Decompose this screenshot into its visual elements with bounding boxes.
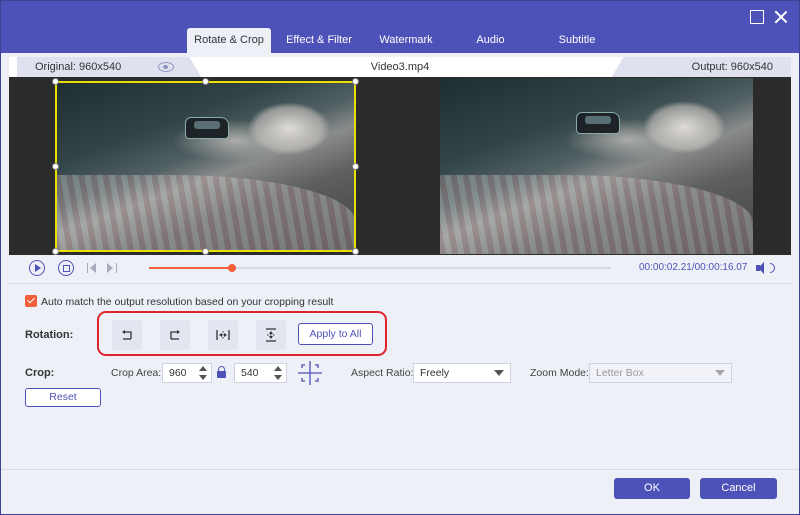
play-icon[interactable] <box>29 260 45 276</box>
tab-effect-filter[interactable]: Effect & Filter <box>271 28 367 53</box>
tab-subtitle[interactable]: Subtitle <box>536 28 618 53</box>
volume-icon[interactable] <box>756 262 770 274</box>
output-video-frame <box>440 78 753 254</box>
next-frame-icon[interactable] <box>107 263 117 273</box>
crop-label: Crop: <box>25 367 55 379</box>
flip-horizontal-icon <box>216 330 230 340</box>
flip-vertical-icon <box>266 328 276 342</box>
crop-handle[interactable] <box>52 78 59 85</box>
divider <box>9 283 791 284</box>
crop-handle[interactable] <box>352 78 359 85</box>
crop-width-stepper[interactable] <box>198 363 208 383</box>
output-resolution: Output: 960x540 <box>611 57 791 77</box>
reset-button[interactable]: Reset <box>25 388 101 407</box>
flip-vertical-button[interactable] <box>256 320 286 350</box>
zoom-mode-value: Letter Box <box>596 367 644 379</box>
rotate-left-icon <box>122 330 132 340</box>
crop-height-stepper[interactable] <box>273 363 283 383</box>
preview-info-bar: Video3.mp4 Original: 960x540 Output: 960… <box>9 57 791 77</box>
video-preview <box>9 77 791 255</box>
rotate-right-icon <box>170 330 180 340</box>
crop-area-label: Crop Area: <box>111 367 162 379</box>
maximize-icon[interactable] <box>750 10 764 24</box>
aspect-ratio-select[interactable]: Freely <box>413 363 511 383</box>
center-crop-icon[interactable] <box>297 360 323 386</box>
apply-to-all-button[interactable]: Apply to All <box>298 323 373 345</box>
auto-match-label: Auto match the output resolution based o… <box>41 296 334 308</box>
aspect-ratio-label: Aspect Ratio: <box>351 367 414 379</box>
rotate-left-button[interactable] <box>112 320 142 350</box>
crop-frame[interactable] <box>55 81 356 252</box>
player-controls: 00:00:02.21/00:00:16.07 <box>9 255 791 281</box>
zoom-mode-label: Zoom Mode: <box>530 367 589 379</box>
crop-handle[interactable] <box>202 248 209 255</box>
chevron-down-icon <box>494 370 504 376</box>
crop-handle[interactable] <box>352 163 359 170</box>
tab-audio[interactable]: Audio <box>445 28 536 53</box>
auto-match-checkbox[interactable] <box>25 295 37 307</box>
tab-rotate-crop[interactable]: Rotate & Crop <box>187 28 271 53</box>
volume-wave <box>770 263 775 273</box>
flip-horizontal-button[interactable] <box>208 320 238 350</box>
original-preview-pane <box>9 77 399 255</box>
aspect-ratio-value: Freely <box>420 367 450 379</box>
crop-handle[interactable] <box>202 78 209 85</box>
cancel-button[interactable]: Cancel <box>700 478 777 499</box>
previous-frame-icon[interactable] <box>87 263 97 273</box>
crop-handle[interactable] <box>52 163 59 170</box>
playback-time: 00:00:02.21/00:00:16.07 <box>639 262 748 273</box>
eye-icon[interactable] <box>158 62 174 72</box>
crop-dialog: Rotate & Crop Effect & Filter Watermark … <box>0 0 800 515</box>
tab-bar: Rotate & Crop Effect & Filter Watermark … <box>187 28 618 53</box>
stop-icon[interactable] <box>58 260 74 276</box>
title-bar: Rotate & Crop Effect & Filter Watermark … <box>1 1 799 53</box>
output-preview-pane <box>401 77 791 255</box>
footer-divider <box>1 469 799 470</box>
lock-icon[interactable] <box>217 366 226 378</box>
tab-watermark[interactable]: Watermark <box>367 28 445 53</box>
progress-slider[interactable] <box>149 264 611 272</box>
zoom-mode-select: Letter Box <box>589 363 732 383</box>
crop-handle[interactable] <box>52 248 59 255</box>
progress-knob[interactable] <box>228 264 237 272</box>
close-icon[interactable] <box>774 10 788 24</box>
ok-button[interactable]: OK <box>614 478 690 499</box>
rotation-label: Rotation: <box>25 329 74 341</box>
rotate-right-button[interactable] <box>160 320 190 350</box>
crop-handle[interactable] <box>352 248 359 255</box>
chevron-down-icon <box>715 370 725 376</box>
progress-fill <box>149 267 233 269</box>
